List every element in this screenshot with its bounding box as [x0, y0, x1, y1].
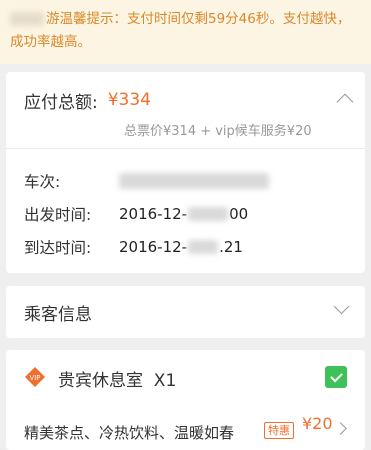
passenger-info-card[interactable]: 乘客信息: [6, 286, 365, 338]
expand-chevron-icon[interactable]: [333, 298, 350, 315]
total-label: 应付总额:: [24, 92, 98, 113]
divider: [6, 148, 365, 149]
arrive-row: 到达时间: 2016-12- .21: [24, 236, 243, 258]
redacted-time: [188, 207, 229, 221]
total-price: ¥334: [107, 90, 151, 110]
train-row: 车次:: [24, 170, 269, 192]
vip-lounge-card: VIP 贵宾休息室 X1 精美茶点、冷热饮料、温暖如春 特惠 ¥20: [6, 350, 365, 450]
redacted-text: [10, 12, 44, 26]
discount-tag: 特惠: [264, 422, 294, 439]
vip-diamond-icon: VIP: [25, 367, 45, 387]
vip-perk-description: 精美茶点、冷热饮料、温暖如春: [24, 424, 235, 442]
vip-icon-text: VIP: [29, 374, 40, 382]
depart-value: 2016-12- 00: [119, 205, 248, 223]
redacted-train-number: [119, 173, 269, 189]
train-value: [119, 173, 269, 189]
arrive-value: 2016-12- .21: [119, 238, 243, 256]
depart-time-suffix: 00: [229, 205, 249, 223]
notice-text: 游温馨提示：支付时间仅剩59分46秒。支付越快，成功率越高。: [10, 11, 351, 50]
payment-notice-banner: 游温馨提示：支付时间仅剩59分46秒。支付越快，成功率越高。: [0, 0, 371, 64]
train-label: 车次:: [24, 173, 61, 191]
arrive-label: 到达时间:: [24, 239, 92, 257]
depart-label: 出发时间:: [24, 206, 92, 224]
arrive-date: 2016-12-: [119, 238, 188, 256]
depart-date: 2016-12-: [119, 205, 188, 223]
arrive-time-suffix: .21: [219, 238, 243, 256]
total-row: 应付总额: ¥334: [24, 88, 151, 113]
vip-lounge-title: 贵宾休息室 X1: [58, 371, 177, 391]
redacted-time: [188, 240, 219, 254]
vip-lounge-checkbox[interactable]: [325, 366, 347, 388]
passenger-info-label: 乘客信息: [24, 305, 92, 325]
vip-price: ¥20: [302, 414, 333, 433]
order-summary-card: 应付总额: ¥334 总票价¥314 + vip候车服务¥20 车次: 出发时间…: [6, 72, 365, 273]
price-breakdown: 总票价¥314 + vip候车服务¥20: [124, 124, 312, 139]
depart-row: 出发时间: 2016-12- 00: [24, 203, 248, 225]
collapse-chevron-icon[interactable]: [336, 93, 354, 111]
chevron-right-icon[interactable]: [334, 422, 347, 435]
